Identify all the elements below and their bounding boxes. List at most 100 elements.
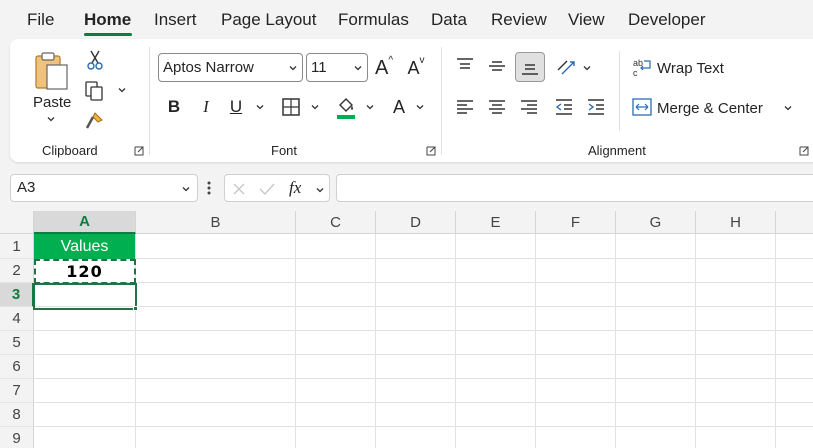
svg-text:ab: ab bbox=[633, 58, 643, 68]
chevron-down-icon bbox=[118, 88, 126, 93]
copy-dropdown[interactable] bbox=[116, 84, 128, 96]
row-header[interactable]: 4 bbox=[0, 307, 34, 331]
gridline bbox=[295, 234, 296, 448]
tab-home[interactable]: Home bbox=[84, 10, 131, 30]
column-header[interactable]: D bbox=[376, 211, 456, 234]
column-header[interactable]: E bbox=[456, 211, 536, 234]
decrease-font-size-button[interactable]: Av bbox=[404, 55, 428, 81]
chevron-down-icon bbox=[416, 105, 424, 110]
decrease-indent-button[interactable] bbox=[552, 95, 576, 119]
increase-font-size-button[interactable]: A ^ bbox=[372, 55, 396, 81]
row-header[interactable]: 5 bbox=[0, 331, 34, 355]
fill-color-dropdown[interactable] bbox=[364, 101, 376, 113]
increase-indent-button[interactable] bbox=[584, 95, 608, 119]
chevron-down-icon[interactable] bbox=[315, 185, 325, 195]
alignment-group-label: Alignment bbox=[588, 143, 646, 158]
wrap-text-button[interactable]: Wrap Text bbox=[657, 60, 724, 77]
top-align-button[interactable] bbox=[453, 54, 477, 78]
tab-file[interactable]: File bbox=[27, 10, 54, 30]
paste-dropdown[interactable] bbox=[45, 114, 57, 124]
align-middle-icon bbox=[489, 61, 505, 71]
orientation-dropdown[interactable] bbox=[581, 62, 593, 74]
gridline bbox=[34, 426, 813, 427]
merge-center-dropdown[interactable] bbox=[782, 102, 794, 114]
gridline bbox=[535, 234, 536, 448]
column-header[interactable]: C bbox=[296, 211, 376, 234]
ribbon-tabs: File Home Insert Page Layout Formulas Da… bbox=[0, 0, 813, 38]
dialog-launcher-icon[interactable] bbox=[134, 146, 144, 156]
tab-developer[interactable]: Developer bbox=[628, 10, 706, 30]
copy-button[interactable] bbox=[82, 79, 106, 103]
align-left-icon bbox=[457, 100, 473, 114]
active-tab-indicator bbox=[84, 33, 132, 36]
tab-view[interactable]: View bbox=[568, 10, 605, 30]
row-header[interactable]: 9 bbox=[0, 427, 34, 448]
font-name-dropdown[interactable]: Aptos Narrow bbox=[158, 53, 303, 82]
cell-a2[interactable]: 120 bbox=[34, 259, 135, 283]
align-left-button[interactable] bbox=[453, 95, 477, 119]
insert-function-button[interactable]: fx bbox=[289, 178, 301, 198]
gridline bbox=[34, 354, 813, 355]
tab-page-layout[interactable]: Page Layout bbox=[221, 10, 316, 30]
fill-handle[interactable] bbox=[133, 306, 138, 311]
bottom-align-button[interactable] bbox=[515, 52, 545, 82]
row-header[interactable]: 8 bbox=[0, 403, 34, 427]
merge-center-button[interactable]: Merge & Center bbox=[657, 100, 763, 117]
chevron-down-icon[interactable] bbox=[181, 184, 191, 194]
underline-button[interactable]: U bbox=[226, 95, 246, 119]
underline-dropdown[interactable] bbox=[254, 101, 266, 113]
column-header[interactable]: B bbox=[136, 211, 296, 234]
wrap-text-icon: ab c bbox=[632, 55, 654, 79]
row-header[interactable]: 3 bbox=[0, 283, 34, 307]
font-color-dropdown[interactable] bbox=[414, 101, 426, 113]
gridline bbox=[615, 234, 616, 448]
align-center-button[interactable] bbox=[485, 95, 509, 119]
chevron-down-icon bbox=[256, 105, 264, 110]
tab-insert[interactable]: Insert bbox=[154, 10, 197, 30]
cut-button[interactable] bbox=[84, 49, 106, 71]
middle-align-button[interactable] bbox=[485, 54, 509, 78]
formula-input[interactable] bbox=[336, 174, 813, 202]
cancel-icon[interactable] bbox=[231, 181, 247, 197]
worksheet-grid: A B C D E F G H 1 2 3 4 5 6 7 8 9 Values… bbox=[0, 211, 813, 448]
font-size-dropdown[interactable]: 11 bbox=[306, 53, 368, 82]
name-box-value: A3 bbox=[17, 179, 36, 196]
enter-checkmark-icon[interactable] bbox=[258, 181, 276, 197]
orientation-button[interactable] bbox=[554, 54, 578, 78]
chevron-down-icon bbox=[47, 117, 55, 122]
paste-button[interactable] bbox=[32, 49, 72, 93]
format-painter-button[interactable] bbox=[82, 109, 106, 133]
borders-dropdown[interactable] bbox=[309, 101, 321, 113]
borders-icon bbox=[282, 98, 300, 116]
group-separator bbox=[441, 47, 442, 155]
tab-formulas[interactable]: Formulas bbox=[338, 10, 409, 30]
italic-button[interactable]: I bbox=[196, 95, 216, 119]
column-header[interactable]: G bbox=[616, 211, 696, 234]
align-right-button[interactable] bbox=[517, 95, 541, 119]
column-header[interactable] bbox=[776, 211, 813, 234]
paste-label[interactable]: Paste bbox=[33, 94, 71, 111]
row-header[interactable]: 7 bbox=[0, 379, 34, 403]
cell-a1[interactable]: Values bbox=[34, 234, 135, 259]
tab-data[interactable]: Data bbox=[431, 10, 467, 30]
tab-review[interactable]: Review bbox=[491, 10, 547, 30]
dialog-launcher-icon[interactable] bbox=[799, 146, 809, 156]
column-header[interactable]: A bbox=[34, 211, 136, 234]
gridline bbox=[34, 402, 813, 403]
align-bottom-icon bbox=[522, 64, 538, 75]
formula-buttons: fx bbox=[224, 174, 330, 202]
column-header[interactable]: F bbox=[536, 211, 616, 234]
name-box[interactable]: A3 bbox=[10, 174, 198, 202]
dialog-launcher-icon[interactable] bbox=[426, 146, 436, 156]
row-header[interactable]: 2 bbox=[0, 259, 34, 283]
row-header[interactable]: 6 bbox=[0, 355, 34, 379]
column-header[interactable]: H bbox=[696, 211, 776, 234]
bold-button[interactable]: B bbox=[164, 95, 184, 119]
row-header[interactable]: 1 bbox=[0, 234, 34, 259]
fill-color-button[interactable] bbox=[334, 95, 358, 121]
shrink-font-icon: A bbox=[407, 57, 420, 78]
font-color-button[interactable]: A bbox=[388, 94, 410, 120]
more-options-icon[interactable] bbox=[207, 180, 211, 196]
select-all-button[interactable] bbox=[0, 211, 34, 234]
borders-button[interactable] bbox=[280, 96, 302, 118]
